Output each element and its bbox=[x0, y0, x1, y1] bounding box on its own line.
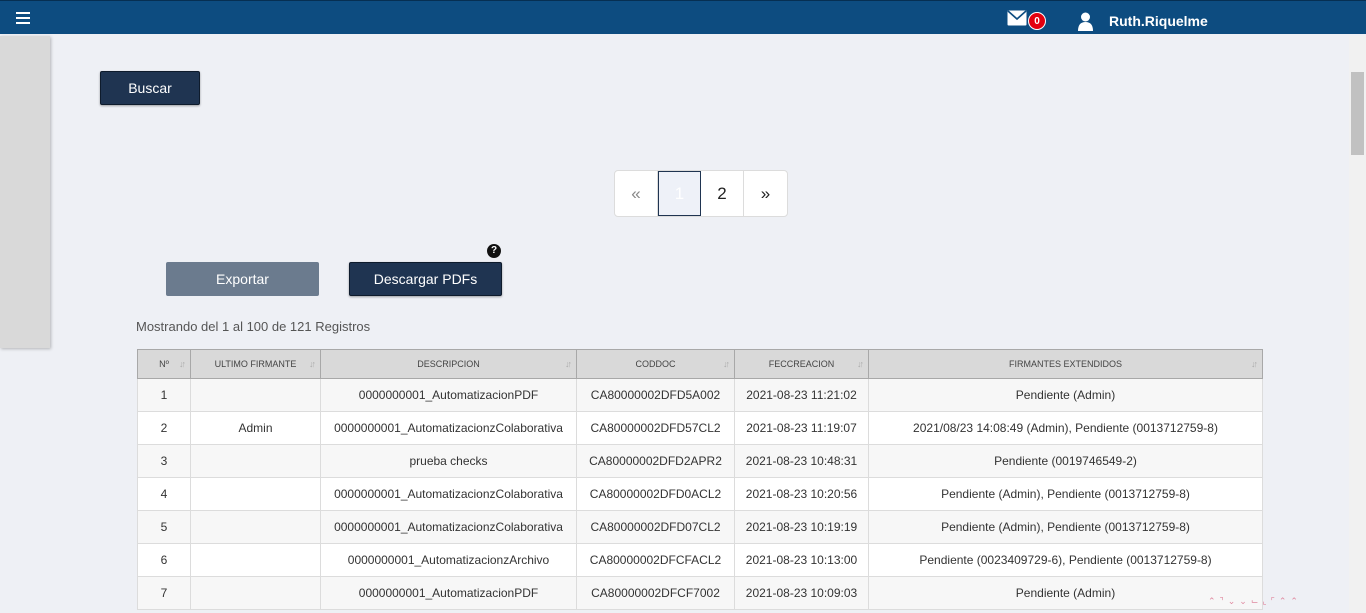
column-header-firmantes-extendidos[interactable]: FIRMANTES EXTENDIDOS ↓↑ bbox=[868, 349, 1263, 379]
documents-table: Nº ↓↑ ULTIMO FIRMANTE ↓↑ DESCRIPCION ↓↑ COD… bbox=[137, 349, 1263, 610]
cell-ultimo-firmante: Admin bbox=[190, 411, 321, 445]
cell-coddoc: CA80000002DFD0ACL2 bbox=[576, 477, 735, 511]
cell-feccreacion: 2021-08-23 10:48:31 bbox=[734, 444, 869, 478]
table-row[interactable]: 3 prueba checks CA80000002DFD2APR2 2021-… bbox=[137, 444, 1263, 478]
table-row[interactable]: 5 0000000001_AutomatizacionzColaborativa… bbox=[137, 510, 1263, 544]
cell-number: 3 bbox=[137, 444, 191, 478]
column-header-number[interactable]: Nº ↓↑ bbox=[137, 349, 191, 379]
table-row[interactable]: 7 0000000001_AutomatizacionPDF CA8000000… bbox=[137, 576, 1263, 610]
table-row[interactable]: 1 0000000001_AutomatizacionPDF CA8000000… bbox=[137, 378, 1263, 412]
cell-number: 7 bbox=[137, 576, 191, 610]
sort-icon[interactable]: ↓↑ bbox=[565, 359, 572, 369]
cell-feccreacion: 2021-08-23 10:20:56 bbox=[734, 477, 869, 511]
top-navbar: 0 Ruth.Riquelme bbox=[0, 0, 1366, 34]
table-header-row: Nº ↓↑ ULTIMO FIRMANTE ↓↑ DESCRIPCION ↓↑ COD… bbox=[137, 349, 1263, 379]
table-row[interactable]: 4 0000000001_AutomatizacionzColaborativa… bbox=[137, 477, 1263, 511]
cell-feccreacion: 2021-08-23 11:19:07 bbox=[734, 411, 869, 445]
cell-firmantes-extendidos: Pendiente (Admin), Pendiente (0013712759… bbox=[868, 510, 1263, 544]
cell-firmantes-extendidos: 2021/08/23 14:08:49 (Admin), Pendiente (… bbox=[868, 411, 1263, 445]
cell-ultimo-firmante bbox=[190, 477, 321, 511]
column-header-coddoc[interactable]: CODDOC ↓↑ bbox=[576, 349, 735, 379]
cell-number: 4 bbox=[137, 477, 191, 511]
cell-number: 2 bbox=[137, 411, 191, 445]
download-pdfs-button[interactable]: Descargar PDFs bbox=[349, 262, 502, 296]
menu-icon[interactable] bbox=[16, 12, 30, 24]
column-header-feccreacion[interactable]: FECCREACION ↓↑ bbox=[734, 349, 869, 379]
cell-feccreacion: 2021-08-23 10:09:03 bbox=[734, 576, 869, 610]
mail-icon[interactable] bbox=[1007, 10, 1027, 26]
sort-icon[interactable]: ↓↑ bbox=[309, 359, 316, 369]
pagination-page-1[interactable]: 1 bbox=[658, 171, 701, 216]
cell-coddoc: CA80000002DFD5A002 bbox=[576, 378, 735, 412]
pagination-next[interactable]: » bbox=[744, 171, 787, 216]
column-header-descripcion[interactable]: DESCRIPCION ↓↑ bbox=[320, 349, 577, 379]
cell-firmantes-extendidos: Pendiente (0019746549-2) bbox=[868, 444, 1263, 478]
cell-descripcion: prueba checks bbox=[320, 444, 577, 478]
cell-ultimo-firmante bbox=[190, 378, 321, 412]
cell-descripcion: 0000000001_AutomatizacionzColaborativa bbox=[320, 411, 577, 445]
cell-feccreacion: 2021-08-23 11:21:02 bbox=[734, 378, 869, 412]
cell-coddoc: CA80000002DFD07CL2 bbox=[576, 510, 735, 544]
cell-number: 5 bbox=[137, 510, 191, 544]
decorative-corner-marks: ⌃⌝⌄⌄⌙⌞⌜⌃⌃ bbox=[1208, 596, 1302, 606]
mail-count-badge: 0 bbox=[1028, 12, 1046, 30]
table-row[interactable]: 2 Admin 0000000001_AutomatizacionzColabo… bbox=[137, 411, 1263, 445]
cell-descripcion: 0000000001_AutomatizacionzArchivo bbox=[320, 543, 577, 577]
user-name[interactable]: Ruth.Riquelme bbox=[1109, 13, 1208, 29]
sort-icon[interactable]: ↓↑ bbox=[1251, 359, 1258, 369]
export-button[interactable]: Exportar bbox=[166, 262, 319, 296]
cell-firmantes-extendidos: Pendiente (Admin), Pendiente (0013712759… bbox=[868, 477, 1263, 511]
cell-ultimo-firmante bbox=[190, 444, 321, 478]
user-icon bbox=[1078, 12, 1093, 31]
cell-firmantes-extendidos: Pendiente (Admin) bbox=[868, 378, 1263, 412]
table-row[interactable]: 6 0000000001_AutomatizacionzArchivo CA80… bbox=[137, 543, 1263, 577]
cell-firmantes-extendidos: Pendiente (0023409729-6), Pendiente (001… bbox=[868, 543, 1263, 577]
pagination-prev[interactable]: « bbox=[615, 171, 658, 216]
cell-coddoc: CA80000002DFD57CL2 bbox=[576, 411, 735, 445]
records-info: Mostrando del 1 al 100 de 121 Registros bbox=[136, 319, 371, 334]
cell-descripcion: 0000000001_AutomatizacionzColaborativa bbox=[320, 510, 577, 544]
scrollbar-thumb[interactable] bbox=[1351, 72, 1364, 155]
sort-icon[interactable]: ↓↑ bbox=[723, 359, 730, 369]
cell-coddoc: CA80000002DFCF7002 bbox=[576, 576, 735, 610]
side-panel bbox=[0, 36, 50, 348]
cell-ultimo-firmante bbox=[190, 543, 321, 577]
cell-descripcion: 0000000001_AutomatizacionzColaborativa bbox=[320, 477, 577, 511]
cell-ultimo-firmante bbox=[190, 576, 321, 610]
cell-firmantes-extendidos: Pendiente (Admin) bbox=[868, 576, 1263, 610]
search-button[interactable]: Buscar bbox=[100, 71, 200, 105]
pagination-page-2[interactable]: 2 bbox=[701, 171, 744, 216]
cell-number: 1 bbox=[137, 378, 191, 412]
cell-ultimo-firmante bbox=[190, 510, 321, 544]
cell-number: 6 bbox=[137, 543, 191, 577]
help-icon[interactable]: ? bbox=[487, 244, 501, 258]
sort-icon[interactable]: ↓↑ bbox=[179, 359, 186, 369]
sort-icon[interactable]: ↓↑ bbox=[857, 359, 864, 369]
pagination: « 1 2 » bbox=[614, 170, 788, 217]
cell-coddoc: CA80000002DFCFACL2 bbox=[576, 543, 735, 577]
cell-descripcion: 0000000001_AutomatizacionPDF bbox=[320, 576, 577, 610]
cell-feccreacion: 2021-08-23 10:19:19 bbox=[734, 510, 869, 544]
cell-descripcion: 0000000001_AutomatizacionPDF bbox=[320, 378, 577, 412]
cell-feccreacion: 2021-08-23 10:13:00 bbox=[734, 543, 869, 577]
column-header-ultimo-firmante[interactable]: ULTIMO FIRMANTE ↓↑ bbox=[190, 349, 321, 379]
cell-coddoc: CA80000002DFD2APR2 bbox=[576, 444, 735, 478]
